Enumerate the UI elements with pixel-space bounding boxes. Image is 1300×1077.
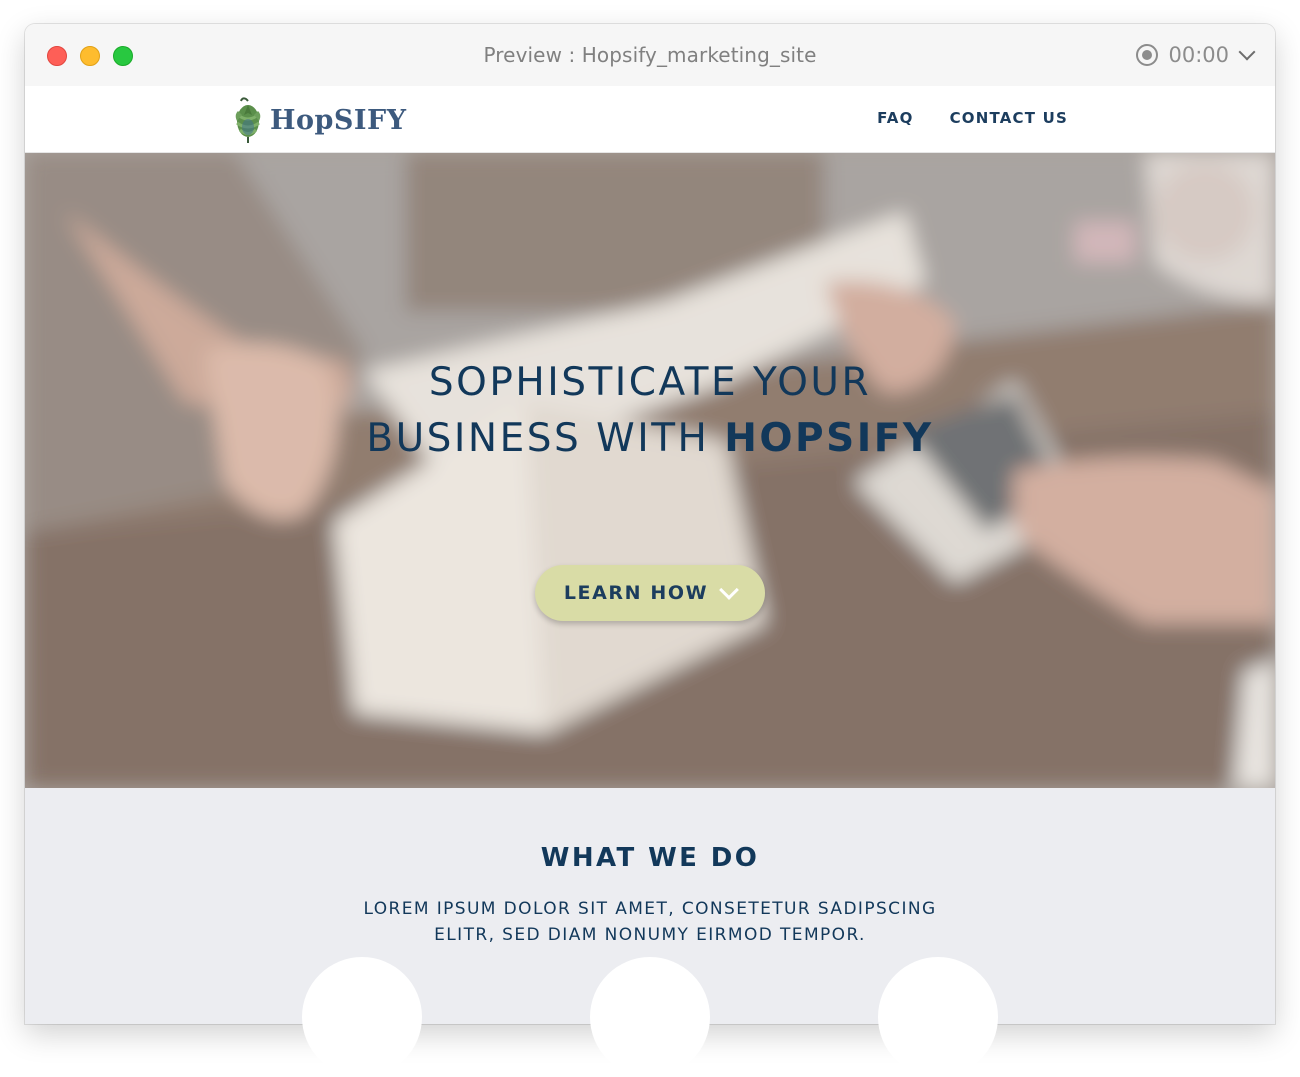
- window-titlebar: Preview : Hopsify_marketing_site 00:00: [25, 24, 1275, 87]
- feature-circle-2: [590, 957, 710, 1077]
- feature-circle-1: [302, 957, 422, 1077]
- hero-headline-brand: HOPSIFY: [724, 416, 934, 461]
- nav-contact-us-link[interactable]: CONTACT US: [950, 109, 1068, 127]
- what-we-do-subtitle: LOREM IPSUM DOLOR SIT AMET, CONSETETUR S…: [325, 896, 975, 948]
- learn-how-button[interactable]: LEARN HOW: [535, 565, 765, 621]
- site-logo[interactable]: HopSIFY: [232, 96, 406, 144]
- preview-window: Preview : Hopsify_marketing_site 00:00 H…: [25, 24, 1275, 1024]
- hop-cone-icon: [235, 97, 261, 143]
- recorder-control[interactable]: 00:00: [1136, 41, 1256, 69]
- subtitle-line2: ELITR, SED DIAM NONUMY EIRMOD TEMPOR.: [434, 925, 866, 945]
- nav-links: FAQ CONTACT US: [877, 109, 1068, 127]
- window-title: Preview : Hopsify_marketing_site: [483, 43, 817, 67]
- hero-headline: SOPHISTICATE YOUR BUSINESS WITH HOPSIFY: [25, 355, 1275, 467]
- chevron-down-icon[interactable]: [1238, 43, 1256, 61]
- record-icon[interactable]: [1136, 44, 1159, 66]
- hero-headline-line2: BUSINESS WITH HOPSIFY: [25, 411, 1275, 467]
- feature-circle-3: [878, 957, 998, 1077]
- hero-headline-prefix: BUSINESS WITH: [366, 416, 725, 461]
- logo-wordmark: HopSIFY: [270, 104, 407, 136]
- recorder-time: 00:00: [1168, 43, 1229, 67]
- hero-section: SOPHISTICATE YOUR BUSINESS WITH HOPSIFY …: [25, 152, 1275, 788]
- nav-faq-link[interactable]: FAQ: [877, 109, 914, 127]
- hero-headline-line1: SOPHISTICATE YOUR: [428, 360, 872, 405]
- what-we-do-title: WHAT WE DO: [540, 843, 760, 873]
- chevron-down-icon: [719, 579, 740, 600]
- hero-overlay: [25, 152, 1275, 788]
- learn-how-label: LEARN HOW: [563, 582, 709, 604]
- subtitle-line1: LOREM IPSUM DOLOR SIT AMET, CONSETETUR S…: [363, 899, 937, 919]
- site-navbar: HopSIFY FAQ CONTACT US: [25, 86, 1275, 153]
